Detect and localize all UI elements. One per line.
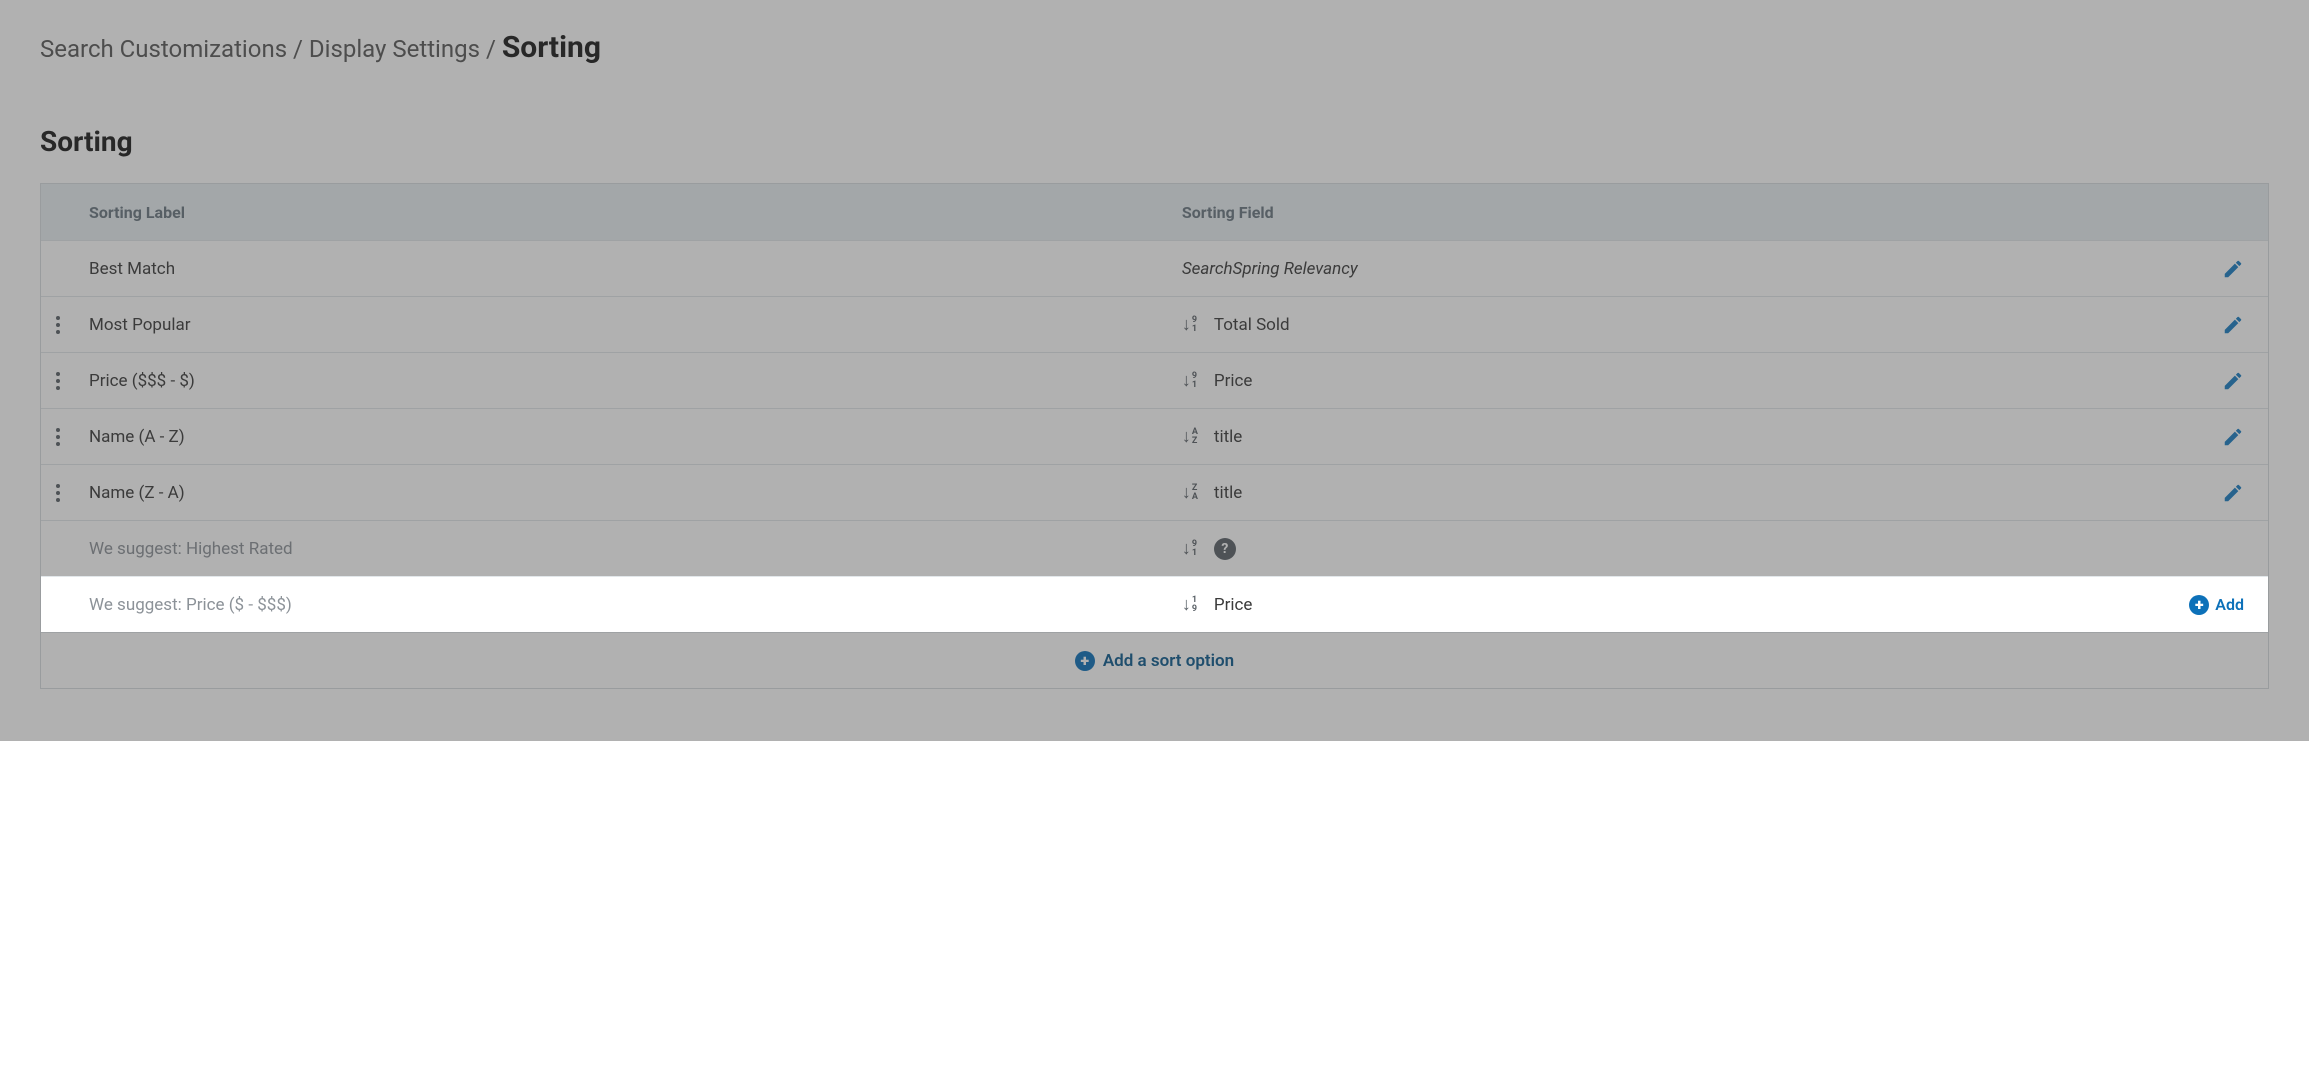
sort-direction-icon: ↓ZA xyxy=(1182,484,1204,502)
table-row: Name (A - Z) ↓AZ title xyxy=(41,408,2268,464)
page-title: Sorting xyxy=(40,125,2269,158)
sorting-field: SearchSpring Relevancy xyxy=(1182,259,1358,279)
sorting-label: Best Match xyxy=(89,259,175,279)
breadcrumb-current: Sorting xyxy=(502,30,601,65)
sorting-label: Name (Z - A) xyxy=(89,483,185,503)
plus-circle-icon: + xyxy=(2189,595,2209,615)
breadcrumb-part-2[interactable]: Display Settings xyxy=(309,35,480,63)
breadcrumb: Search Customizations / Display Settings… xyxy=(40,30,2269,65)
drag-handle-icon[interactable] xyxy=(56,484,60,502)
table-row: Best Match SearchSpring Relevancy xyxy=(41,240,2268,296)
drag-handle-icon[interactable] xyxy=(56,316,60,334)
edit-icon[interactable] xyxy=(2222,482,2244,504)
sorting-field: Price xyxy=(1214,371,1253,391)
sorting-label: Most Popular xyxy=(89,315,190,335)
add-suggestion-button[interactable]: + Add xyxy=(2189,595,2244,615)
sorting-field: title xyxy=(1214,427,1242,447)
col-header-label: Sorting Label xyxy=(75,203,1182,222)
breadcrumb-sep: / xyxy=(293,35,309,63)
add-sort-option-row[interactable]: + Add a sort option xyxy=(41,632,2268,688)
sorting-label: Name (A - Z) xyxy=(89,427,185,447)
drag-handle-icon[interactable] xyxy=(56,372,60,390)
sort-direction-icon: ↓91 xyxy=(1182,540,1204,558)
table-row: Price ($$$ - $) ↓91 Price xyxy=(41,352,2268,408)
sort-direction-icon: ↓91 xyxy=(1182,372,1204,390)
breadcrumb-sep: / xyxy=(486,35,502,63)
edit-icon[interactable] xyxy=(2222,370,2244,392)
sorting-table: Sorting Label Sorting Field Best Match Se… xyxy=(40,183,2269,689)
table-row: Most Popular ↓91 Total Sold xyxy=(41,296,2268,352)
breadcrumb-part-1[interactable]: Search Customizations xyxy=(40,35,287,63)
edit-icon[interactable] xyxy=(2222,426,2244,448)
sorting-label: Price ($$$ - $) xyxy=(89,371,195,391)
add-sort-option-label: Add a sort option xyxy=(1103,651,1234,671)
sorting-field: Price xyxy=(1214,595,1253,615)
table-row: Name (Z - A) ↓ZA title xyxy=(41,464,2268,520)
edit-icon[interactable] xyxy=(2222,314,2244,336)
col-header-field: Sorting Field xyxy=(1182,203,2178,222)
table-row: We suggest: Price ($ - $$$) ↓19 Price + Add xyxy=(41,576,2268,632)
table-header-row: Sorting Label Sorting Field xyxy=(41,184,2268,240)
sort-direction-icon: ↓91 xyxy=(1182,316,1204,334)
edit-icon[interactable] xyxy=(2222,258,2244,280)
sorting-field: title xyxy=(1214,483,1242,503)
help-icon[interactable]: ? xyxy=(1214,538,1236,560)
sorting-label: We suggest: Highest Rated xyxy=(89,539,293,559)
sorting-field: Total Sold xyxy=(1214,315,1290,335)
drag-handle-icon[interactable] xyxy=(56,428,60,446)
plus-circle-icon: + xyxy=(1075,651,1095,671)
sort-direction-icon: ↓19 xyxy=(1182,596,1204,614)
table-row: We suggest: Highest Rated ↓91? xyxy=(41,520,2268,576)
add-label: Add xyxy=(2215,595,2244,614)
sorting-label: We suggest: Price ($ - $$$) xyxy=(89,595,292,615)
sort-direction-icon: ↓AZ xyxy=(1182,428,1204,446)
